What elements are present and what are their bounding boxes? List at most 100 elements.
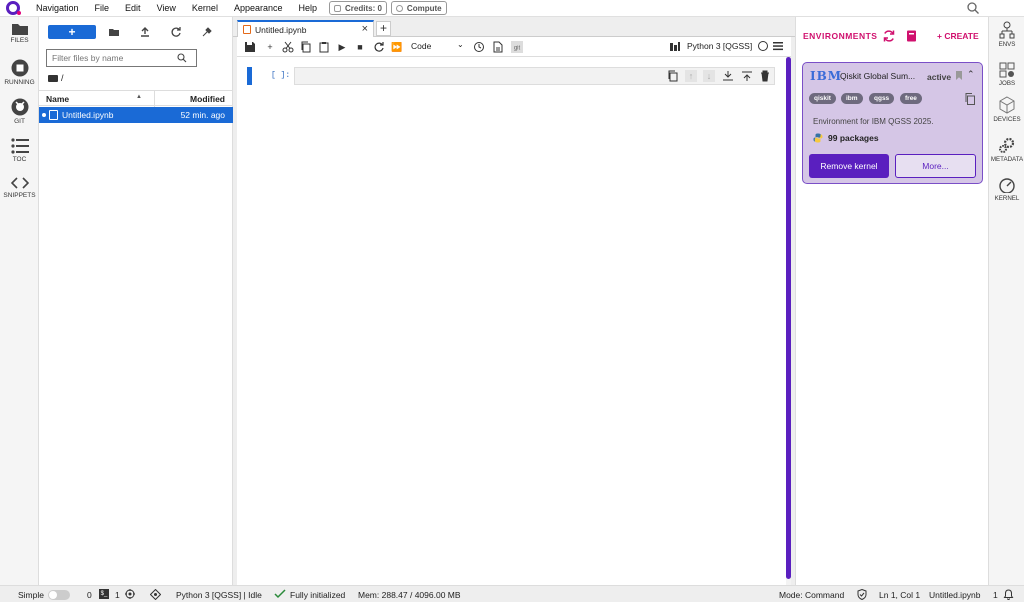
environments-panel: ENVIRONMENTS + CREATE IBM Qiskit Global …	[795, 17, 988, 585]
kernel-name-button[interactable]: Python 3 [QGSS]	[687, 41, 752, 51]
run-icon[interactable]: ▶	[336, 41, 348, 53]
rail-git-label: GIT	[14, 118, 25, 125]
git-branch-icon[interactable]	[150, 589, 161, 600]
notebook-file-icon	[49, 110, 58, 120]
refresh-icon[interactable]	[882, 29, 896, 43]
refresh-icon[interactable]	[169, 25, 183, 39]
insert-cell-icon[interactable]: +	[264, 41, 276, 53]
rail-devices[interactable]: DEVICES	[989, 96, 1024, 123]
close-icon[interactable]: ×	[362, 23, 368, 35]
column-modified-header[interactable]: Modified	[190, 94, 225, 104]
create-environment-button[interactable]: + CREATE	[937, 31, 979, 41]
cut-icon[interactable]	[282, 41, 294, 53]
environments-title: ENVIRONMENTS	[803, 31, 878, 41]
svg-text:git: git	[514, 46, 521, 52]
active-cell-marker[interactable]	[247, 67, 252, 85]
tag-qiskit: qiskit	[809, 93, 836, 104]
stop-circle-icon	[11, 59, 28, 77]
git-clone-icon[interactable]	[200, 25, 214, 39]
environment-status: active	[927, 72, 952, 82]
column-divider[interactable]	[154, 91, 155, 107]
terminal-icon: $_	[99, 589, 109, 599]
notebook-icon	[243, 25, 251, 34]
terminal-count[interactable]: 0	[87, 590, 92, 600]
chevron-down-icon[interactable]: ⌄	[457, 40, 464, 49]
git-icon	[11, 98, 28, 116]
insert-above-icon[interactable]	[741, 70, 753, 82]
rail-toc[interactable]: TOC	[0, 138, 39, 163]
restart-icon[interactable]	[373, 41, 385, 53]
menu-appearance[interactable]: Appearance	[234, 3, 283, 13]
chevron-up-icon[interactable]: ⌃	[967, 69, 975, 80]
menu-help[interactable]: Help	[298, 3, 317, 13]
save-icon[interactable]	[244, 41, 256, 53]
upload-icon[interactable]	[138, 25, 152, 39]
book-icon[interactable]	[906, 30, 917, 42]
kernel-usage-icon[interactable]	[669, 41, 681, 53]
cell-type-select[interactable]: Code	[411, 41, 431, 51]
simple-mode-toggle[interactable]	[48, 590, 70, 600]
clock-icon[interactable]	[473, 41, 485, 53]
duplicate-cell-icon[interactable]	[667, 70, 679, 82]
file-list-header: Name ▲ Modified	[39, 90, 233, 107]
rail-files[interactable]: FILES	[0, 22, 39, 44]
initialized-check-icon	[274, 589, 286, 599]
menu-kernel[interactable]: Kernel	[192, 3, 218, 13]
rail-kernel[interactable]: KERNEL	[989, 177, 1024, 202]
kernel-count[interactable]: 1	[115, 590, 120, 600]
hamburger-menu-icon[interactable]	[773, 41, 783, 51]
breadcrumb[interactable]: /	[48, 73, 64, 83]
scrollbar-thumb[interactable]	[786, 57, 791, 579]
new-folder-icon[interactable]	[107, 25, 121, 39]
rail-running[interactable]: RUNNING	[0, 59, 39, 86]
column-name-header[interactable]: Name	[46, 94, 69, 104]
menu-file[interactable]: File	[95, 3, 110, 13]
credits-indicator[interactable]: Credits: 0	[329, 1, 387, 15]
git-diff-icon[interactable]: git	[511, 41, 523, 53]
menu-navigation[interactable]: Navigation	[36, 3, 79, 13]
file-browser-toolbar: +	[39, 17, 233, 45]
filter-files-input[interactable]	[46, 49, 197, 67]
compute-indicator[interactable]: Compute	[390, 1, 447, 15]
shield-check-icon[interactable]	[857, 589, 867, 600]
paste-icon[interactable]	[318, 41, 330, 53]
move-down-icon[interactable]: ↓	[703, 70, 715, 82]
tag-ibm: ibm	[841, 93, 863, 104]
delete-cell-icon[interactable]	[759, 70, 771, 82]
left-sidebar: FILES RUNNING GIT TOC SNIPPETS	[0, 17, 39, 585]
compute-label: Compute	[406, 3, 442, 13]
run-all-icon[interactable]: ⏩	[391, 41, 403, 53]
menu-bar: Navigation File Edit View Kernel Appeara…	[0, 0, 1024, 17]
rail-git[interactable]: GIT	[0, 98, 39, 125]
insert-below-icon[interactable]	[722, 70, 734, 82]
cursor-position[interactable]: Ln 1, Col 1	[879, 590, 920, 600]
move-up-icon[interactable]: ↑	[685, 70, 697, 82]
menu-edit[interactable]: Edit	[125, 3, 141, 13]
notification-count[interactable]: 1	[993, 590, 998, 600]
tab-untitled-notebook[interactable]: Untitled.ipynb ×	[237, 20, 374, 38]
add-tab-button[interactable]: +	[376, 21, 391, 36]
kernel-status-text[interactable]: Python 3 [QGSS] | Idle	[176, 590, 262, 600]
menu-view[interactable]: View	[157, 3, 176, 13]
environment-card: IBM Qiskit Global Sum... active ⌃ qiskit…	[802, 62, 983, 184]
bell-icon[interactable]	[1003, 589, 1014, 600]
bookmark-icon[interactable]	[956, 71, 962, 80]
copy-icon[interactable]	[300, 41, 312, 53]
rail-envs-label: ENVS	[998, 41, 1016, 48]
more-button[interactable]: More...	[895, 154, 976, 178]
rail-snippets[interactable]: SNIPPETS	[0, 176, 39, 199]
file-browser: + / Name ▲ Modified Untitled.ipynb 52 mi…	[39, 17, 233, 585]
rail-envs[interactable]: ENVS	[989, 21, 1024, 48]
file-list-item[interactable]: Untitled.ipynb 52 min. ago	[39, 107, 233, 123]
search-icon[interactable]	[966, 1, 980, 15]
rail-metadata[interactable]: METADATA	[989, 136, 1024, 163]
stop-icon[interactable]: ■	[354, 41, 366, 53]
remove-kernel-button[interactable]: Remove kernel	[809, 154, 889, 178]
kernel-idle-icon	[758, 41, 768, 51]
rail-devices-label: DEVICES	[993, 116, 1021, 123]
new-launcher-button[interactable]: +	[48, 25, 96, 39]
rail-snippets-label: SNIPPETS	[3, 192, 36, 199]
document-icon[interactable]	[492, 41, 504, 53]
copy-icon[interactable]	[965, 93, 975, 105]
rail-jobs[interactable]: JOBS	[989, 62, 1024, 87]
